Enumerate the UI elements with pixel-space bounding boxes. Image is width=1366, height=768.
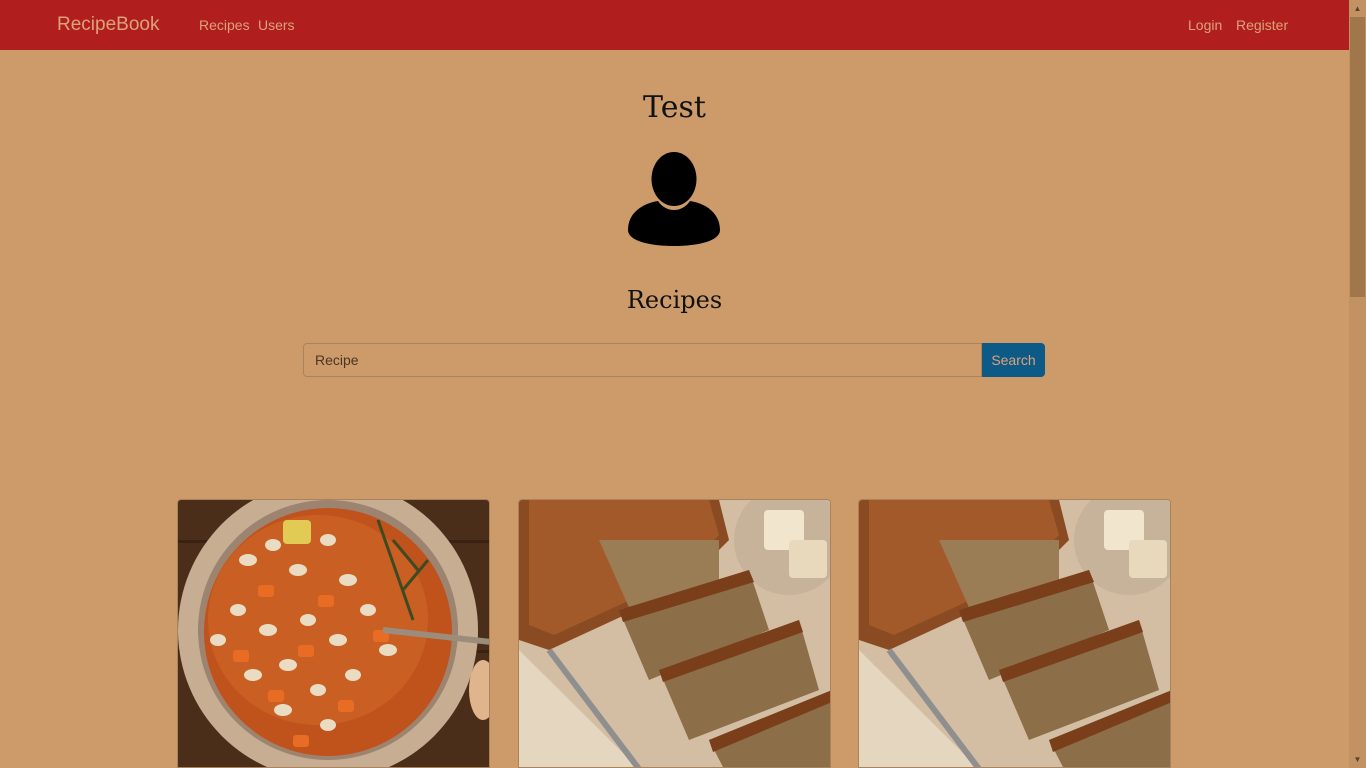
recipe-search-input[interactable] xyxy=(303,343,982,377)
login-link[interactable]: Login xyxy=(1188,17,1222,33)
banana-bread-loaf-photo xyxy=(859,500,1170,767)
search-button[interactable]: Search xyxy=(982,343,1045,377)
bean-and-tomato-soup-photo xyxy=(178,500,489,767)
scrollbar-thumb[interactable] xyxy=(1350,17,1365,297)
recipe-card[interactable] xyxy=(177,499,490,768)
recipes-section-title: Recipes xyxy=(626,286,723,314)
recipe-card[interactable] xyxy=(858,499,1171,768)
profile-page: Test Recipes Search xyxy=(0,50,1349,768)
top-navbar: RecipeBook Recipes Users Login Register xyxy=(0,0,1349,50)
register-link[interactable]: Register xyxy=(1236,17,1288,33)
vertical-scrollbar[interactable]: ▲ ▼ xyxy=(1349,0,1366,768)
user-silhouette-icon xyxy=(628,152,720,246)
recipe-card[interactable] xyxy=(518,499,831,768)
scroll-up-arrow-icon[interactable]: ▲ xyxy=(1349,0,1366,17)
scroll-down-arrow-icon[interactable]: ▼ xyxy=(1349,751,1366,768)
profile-username: Test xyxy=(643,90,706,125)
nav-recipes-link[interactable]: Recipes xyxy=(199,17,250,33)
brand-logo-link[interactable]: RecipeBook xyxy=(57,14,159,36)
banana-bread-loaf-photo xyxy=(519,500,830,767)
nav-users-link[interactable]: Users xyxy=(258,17,295,33)
